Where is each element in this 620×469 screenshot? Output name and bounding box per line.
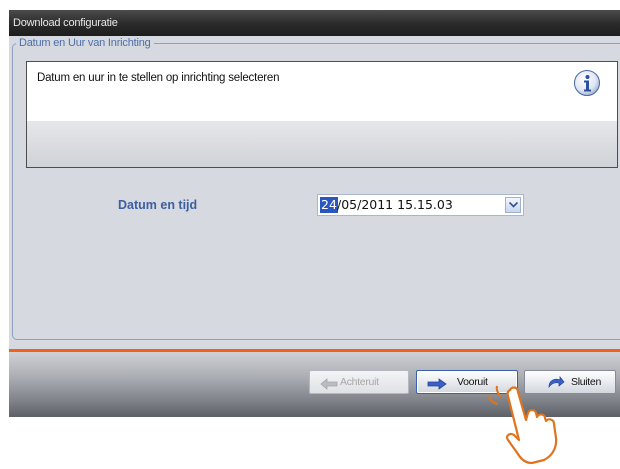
- datetime-picker[interactable]: 24 /05/2011 15.15.03: [317, 194, 524, 216]
- hand-pointer-icon: [488, 384, 578, 465]
- back-button-label: Achteruit: [340, 376, 379, 388]
- datetime-value[interactable]: /05/2011 15.15.03: [337, 197, 453, 213]
- window-title: Download configuratie: [9, 10, 620, 36]
- info-panel-footer: [26, 121, 618, 168]
- next-button-label: Vooruit: [457, 376, 488, 388]
- chevron-down-icon[interactable]: [505, 197, 521, 213]
- back-button[interactable]: Achteruit: [309, 370, 409, 394]
- info-text: Datum en uur in te stellen op inrichting…: [37, 72, 280, 84]
- datetime-day-selected[interactable]: 24: [320, 197, 338, 213]
- info-icon: [573, 69, 601, 97]
- datetime-label: Datum en tijd: [118, 198, 198, 212]
- left-arrow-icon: [320, 376, 338, 398]
- right-arrow-icon: [427, 376, 447, 398]
- group-legend: Datum en Uur van Inrichting: [16, 37, 154, 49]
